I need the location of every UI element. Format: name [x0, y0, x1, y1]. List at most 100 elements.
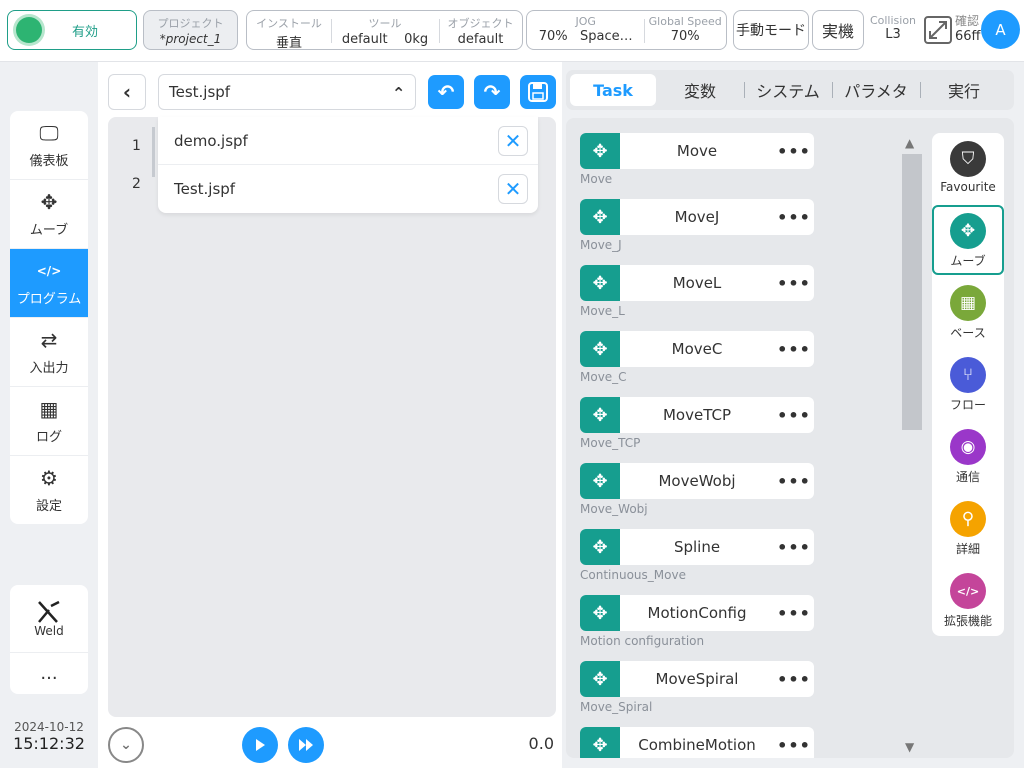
category-favourite[interactable]: ⛉ Favourite: [932, 141, 1004, 194]
more-options-button[interactable]: •••: [774, 538, 814, 557]
manual-mode-button[interactable]: 手動モード: [733, 10, 809, 50]
file-selector[interactable]: Test.jspf ⌄: [158, 74, 416, 110]
sidebar-item-label: 設定: [35, 499, 62, 514]
more-options-button[interactable]: •••: [774, 736, 814, 755]
user-avatar[interactable]: A: [981, 10, 1020, 49]
weld-button[interactable]: Weld: [10, 585, 88, 653]
redo-button[interactable]: ↷: [474, 75, 510, 109]
command-item[interactable]: ✥ CombineMotion •••: [580, 727, 814, 758]
gear-icon: ⚙: [40, 466, 58, 490]
more-options-button[interactable]: •••: [774, 142, 814, 161]
dropdown-file-item[interactable]: Test.jspf ✕: [158, 165, 538, 213]
collision-level[interactable]: Collision L3: [866, 14, 920, 42]
tab-parameters[interactable]: パラメタ: [832, 74, 920, 106]
more-options-button[interactable]: •••: [774, 472, 814, 491]
command-item[interactable]: ✥ MotionConfig •••: [580, 595, 814, 631]
dropdown-file-item[interactable]: demo.jspf ✕: [158, 117, 538, 165]
program-editor-area: ‹ Test.jspf ⌄ ↶ ↷ 1 2 demo.jspf ✕ Test.j…: [98, 62, 562, 768]
sidebar-item-settings[interactable]: ⚙ 設定: [10, 456, 88, 524]
undo-button[interactable]: ↶: [428, 75, 464, 109]
project-value: *project_1: [159, 32, 222, 46]
move-icon: ✥: [580, 133, 620, 169]
command-name: MoveL: [672, 274, 722, 292]
close-icon[interactable]: ✕: [498, 125, 528, 156]
collapse-button[interactable]: ⌄: [108, 727, 144, 763]
move-icon: ✥: [580, 727, 620, 758]
scroll-up-icon[interactable]: ▲: [905, 136, 914, 150]
save-button[interactable]: [520, 75, 556, 109]
play-icon: [256, 739, 265, 751]
project-selector[interactable]: プロジェクト *project_1: [143, 10, 238, 50]
back-button[interactable]: ‹: [108, 74, 146, 110]
expand-icon[interactable]: [924, 16, 952, 44]
tab-task[interactable]: Task: [570, 74, 656, 106]
category-move[interactable]: ✥ ムーブ: [932, 205, 1004, 275]
close-icon[interactable]: ✕: [498, 174, 528, 204]
more-options-button[interactable]: •••: [774, 670, 814, 689]
branch-icon: ⑂: [950, 357, 986, 393]
dropdown-file-name: Test.jspf: [174, 180, 236, 198]
command-item[interactable]: ✥ Spline •••: [580, 529, 814, 565]
command-name: Spline: [673, 538, 721, 556]
scrollbar-thumb[interactable]: [902, 154, 922, 430]
command-name: MoveJ: [674, 208, 720, 226]
command-description: Move_Spiral: [580, 700, 653, 714]
command-item[interactable]: ✥ MoveWobj •••: [580, 463, 814, 499]
more-options-button[interactable]: •••: [774, 274, 814, 293]
gutter-line: [152, 127, 155, 177]
category-extension[interactable]: </> 拡張機能: [932, 573, 1004, 629]
sidebar-item-dashboard[interactable]: 🖵 儀表板: [10, 111, 88, 180]
line-number: 2: [132, 176, 141, 192]
sidebar-item-program[interactable]: </> プログラム: [10, 249, 88, 318]
code-icon: </>: [36, 263, 62, 278]
sidebar-item-io[interactable]: ⇄ 入出力: [10, 318, 88, 387]
scroll-down-icon[interactable]: ▼: [905, 740, 914, 754]
command-item[interactable]: ✥ MoveSpiral •••: [580, 661, 814, 697]
move-icon: ✥: [580, 397, 620, 433]
tab-variables[interactable]: 変数: [656, 74, 744, 106]
sidebar-item-move[interactable]: ✥ ムーブ: [10, 180, 88, 249]
command-name: CombineMotion: [638, 736, 756, 754]
enable-indicator-icon: [16, 17, 42, 43]
move-icon: ✥: [580, 529, 620, 565]
command-description: Move_L: [580, 304, 625, 318]
command-item[interactable]: ✥ MoveJ •••: [580, 199, 814, 235]
more-options-button[interactable]: •••: [774, 406, 814, 425]
category-detail[interactable]: ⚲ 詳細: [932, 501, 1004, 557]
more-options-button[interactable]: •••: [774, 208, 814, 227]
command-item[interactable]: ✥ MoveL •••: [580, 265, 814, 301]
category-base[interactable]: ▦ ベース: [932, 285, 1004, 341]
object-cell: オブジェクト default: [439, 11, 522, 49]
more-button[interactable]: ...: [10, 653, 88, 693]
tab-system[interactable]: システム: [744, 74, 832, 106]
sidebar-item-log[interactable]: ▦ ログ: [10, 387, 88, 456]
category-communication[interactable]: ◉ 通信: [932, 429, 1004, 485]
command-item[interactable]: ✥ Move •••: [580, 133, 814, 169]
real-machine-button[interactable]: 実機: [812, 10, 864, 50]
command-name: MoveC: [671, 340, 723, 358]
category-label: 通信: [955, 470, 980, 484]
tab-run[interactable]: 実行: [920, 74, 1008, 106]
more-options-button[interactable]: •••: [774, 604, 814, 623]
enable-toggle[interactable]: 有効: [7, 10, 137, 50]
install-tool-object-group[interactable]: インストール 垂直 ツール default 0kg オブジェクト default: [246, 10, 523, 51]
jog-speed-group[interactable]: JOG 70% Space… Global Speed 70%: [526, 10, 727, 50]
global-speed-label: Global Speed: [648, 15, 722, 28]
bookmark-icon: ⛉: [950, 141, 986, 177]
sidebar-nav: 🖵 儀表板 ✥ ムーブ </> プログラム ⇄ 入出力 ▦ ログ ⚙ 設定: [10, 111, 88, 524]
monitor-icon: 🖵: [39, 120, 59, 145]
command-item[interactable]: ✥ MoveC •••: [580, 331, 814, 367]
collision-value: L3: [885, 27, 901, 42]
command-item[interactable]: ✥ MoveTCP •••: [580, 397, 814, 433]
more-options-button[interactable]: •••: [774, 340, 814, 359]
category-flow[interactable]: ⑂ フロー: [932, 357, 1004, 413]
command-name: MotionConfig: [647, 604, 747, 622]
confirm-label: 確認: [955, 14, 980, 28]
antenna-icon: ◉: [950, 429, 986, 465]
command-scrollbar[interactable]: ▲ ▼: [902, 136, 922, 754]
line-number: 1: [132, 138, 141, 154]
jog-label: JOG: [575, 15, 596, 28]
step-forward-button[interactable]: [288, 727, 324, 763]
category-label: 詳細: [955, 542, 980, 556]
play-button[interactable]: [242, 727, 278, 763]
